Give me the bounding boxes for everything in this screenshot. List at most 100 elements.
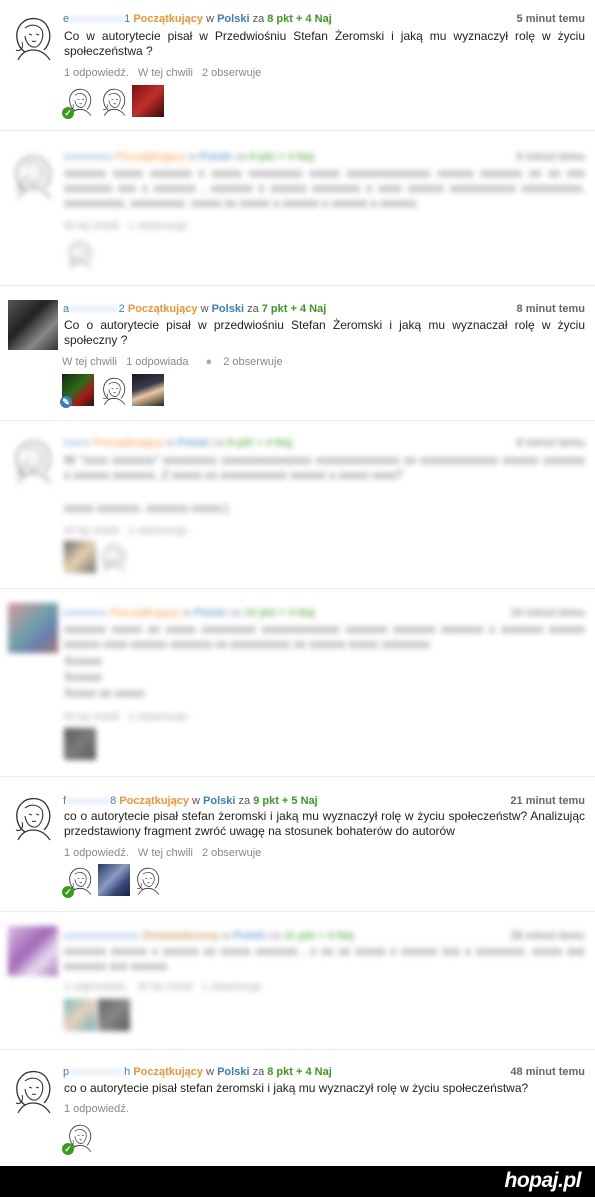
answerer-avatar[interactable] <box>64 238 96 270</box>
answerer-avatar[interactable] <box>98 85 130 117</box>
question-item[interactable]: fxxxxxxxx8 Początkujący w Polski za 9 pk… <box>0 776 595 912</box>
question-meta: 1 odpowiedź. W tej chwili 1 obserwuje <box>64 981 262 993</box>
avatar[interactable] <box>8 1065 58 1115</box>
question-item[interactable]: exxxxxxxxxx1 Początkujący w Polski za 8 … <box>0 0 595 131</box>
answerer-avatar[interactable] <box>132 864 164 896</box>
subject-link[interactable]: Polski <box>177 437 209 449</box>
username[interactable]: xxxxxxxx <box>63 607 107 619</box>
answer-count[interactable]: 1 odpowiedź. <box>64 847 129 859</box>
timestamp: 21 minut temu <box>510 795 585 807</box>
username[interactable]: xxxxxxxxx <box>63 151 113 163</box>
answer-count[interactable]: 1 odpowiedź. <box>64 67 129 79</box>
check-icon: ✓ <box>62 886 74 898</box>
watch-count[interactable]: 2 obserwuje <box>202 847 261 859</box>
question-item[interactable]: xxxxxxxxx Początkujący w Polski za 8 pkt… <box>0 130 595 286</box>
timestamp: 48 minut temu <box>510 1066 585 1078</box>
check-icon: ✓ <box>62 107 74 119</box>
username[interactable]: axxxxxxxxx2 <box>63 303 125 315</box>
answerer-avatar[interactable] <box>98 864 130 896</box>
question-item[interactable]: axxxxxxxxx2 Początkujący w Polski za 7 p… <box>0 285 595 421</box>
answerer-avatar[interactable] <box>98 374 130 406</box>
question-meta: 1 odpowiedź. W tej chwili 2 obserwuje <box>64 67 267 79</box>
question-meta: W tej chwili 1 obserwuje <box>64 220 188 232</box>
question-meta: 1 odpowiedź. <box>64 1103 135 1115</box>
option-line: Xxxxxx <box>64 670 103 684</box>
answerer-avatar[interactable] <box>98 999 130 1031</box>
username[interactable]: pxxxxxxxxxxh <box>63 1066 130 1078</box>
question-meta: W tej chwili 1 odpowiada ● 2 obserwuje <box>62 356 289 368</box>
avatar[interactable] <box>8 12 58 62</box>
question-item[interactable]: xxxxxxxxxxxxxx Doświadczony w Polski za … <box>0 911 595 1050</box>
timestamp: 28 minut temu <box>510 930 585 942</box>
answerer-avatar[interactable]: ✓ <box>62 85 96 119</box>
question-item[interactable]: pxxxxxxxxxxh Początkujący w Polski za 8 … <box>0 1049 595 1166</box>
question-text[interactable]: Co o autorytecie pisał w przedwiośniu St… <box>64 318 585 348</box>
answerer-avatar[interactable]: ✎ <box>60 374 94 408</box>
timestamp: 6 minut temu <box>516 151 585 163</box>
answerer-avatar[interactable] <box>64 541 96 573</box>
answering-status: W tej chwili <box>137 67 193 79</box>
username[interactable]: xxxxx <box>63 437 91 449</box>
answerer-avatar[interactable] <box>64 728 96 760</box>
points: 8 pkt + 4 Naj <box>267 1066 332 1078</box>
question-meta: W tej chwili 2 obserwuje <box>64 525 188 537</box>
username[interactable]: xxxxxxxxxxxxxx <box>63 930 140 942</box>
question-meta: W tej chwili 1 obserwuje <box>64 711 188 723</box>
watermark-bar: hopaj.pl <box>0 1166 595 1197</box>
avatar[interactable] <box>8 435 58 485</box>
points: 7 pkt + 4 Naj <box>261 303 327 315</box>
avatar[interactable] <box>8 300 58 350</box>
subject-link[interactable]: Polski <box>194 607 226 619</box>
question-item[interactable]: xxxxx Początkujący w Polski za 8 pkt + 4… <box>0 420 595 589</box>
question-text[interactable]: Co w autorytecie pisał w Przedwiośniu St… <box>64 29 585 59</box>
timestamp: 10 minut temu <box>510 607 585 619</box>
points: 8 pkt + 4 Naj <box>227 437 293 449</box>
subject-link[interactable]: Polski <box>199 151 231 163</box>
username[interactable]: fxxxxxxxx8 <box>63 795 116 807</box>
level-badge: Początkujący <box>93 437 164 449</box>
level-badge: Początkujący <box>119 795 189 807</box>
answer-count[interactable]: 1 odpowiedź. <box>64 1103 129 1115</box>
question-text[interactable]: co o autorytecie pisał stefan żeromski i… <box>64 1081 585 1096</box>
avatar[interactable] <box>8 792 58 842</box>
points: 8 pkt + 4 Naj <box>267 13 332 25</box>
subject-link[interactable]: Polski <box>212 303 244 315</box>
username[interactable]: exxxxxxxxxx1 <box>63 13 130 25</box>
question-text[interactable]: xxxxxxx xxxxx xxxxxxx x xxxxx xxxxxxxxx … <box>64 166 585 211</box>
answerer-avatar[interactable] <box>98 541 130 573</box>
subject-link[interactable]: Polski <box>217 13 249 25</box>
answerer-avatar[interactable]: ✓ <box>62 864 96 898</box>
subject-link[interactable]: Polski <box>217 1066 249 1078</box>
question-text[interactable]: xxxxxxx xxxxx xx xxxxx xxxxxxxxx xxxxxxx… <box>64 622 585 652</box>
question-meta: 1 odpowiedź. W tej chwili 2 obserwuje <box>64 847 267 859</box>
points: 9 pkt + 5 Naj <box>253 795 318 807</box>
level-badge: Doświadczony <box>143 930 220 942</box>
question-text[interactable]: co o autorytecie pisał stefan żeromski i… <box>64 809 585 839</box>
watch-count[interactable]: 2 obserwuje <box>223 356 282 368</box>
subject-link[interactable]: Polski <box>203 795 235 807</box>
avatar[interactable] <box>8 926 58 976</box>
answering-count: 1 odpowiada <box>126 356 189 368</box>
question-text[interactable]: xxxxxxx xxxxxx x xxxxxx xx xxxxx xxxxxxx… <box>64 944 585 974</box>
answerer-avatar[interactable]: ✓ <box>62 1121 96 1155</box>
answerer-avatar[interactable] <box>132 374 164 406</box>
watch-count[interactable]: 2 obserwuje <box>202 67 261 79</box>
subject-link[interactable]: Polski <box>234 930 266 942</box>
answering-status: W tej chwili <box>137 847 193 859</box>
points: 11 pkt + 4 Naj <box>283 930 354 942</box>
level-badge: Początkujący <box>127 303 198 315</box>
level-badge: Początkujący <box>133 1066 204 1078</box>
question-text[interactable]: W "xxxx xxxxxxx" xxxxxxxxx xxxxxxxxxxxxx… <box>64 453 585 483</box>
avatar[interactable] <box>8 603 58 653</box>
timestamp: 8 minut temu <box>516 303 585 315</box>
answerer-avatar[interactable] <box>64 999 96 1031</box>
answering-status: W tej chwili <box>62 356 118 368</box>
question-item[interactable]: xxxxxxxx Początkujący w Polski za 10 pkt… <box>0 588 595 777</box>
site-logo: hopaj.pl <box>504 1169 582 1192</box>
answerer-avatar[interactable] <box>132 85 164 117</box>
separator-dot: ● <box>205 356 213 368</box>
level-badge: Początkujący <box>133 13 204 25</box>
option-line: Xxxxx xx xxxxx <box>64 686 145 700</box>
avatar[interactable] <box>8 150 58 200</box>
pencil-icon: ✎ <box>60 396 72 408</box>
